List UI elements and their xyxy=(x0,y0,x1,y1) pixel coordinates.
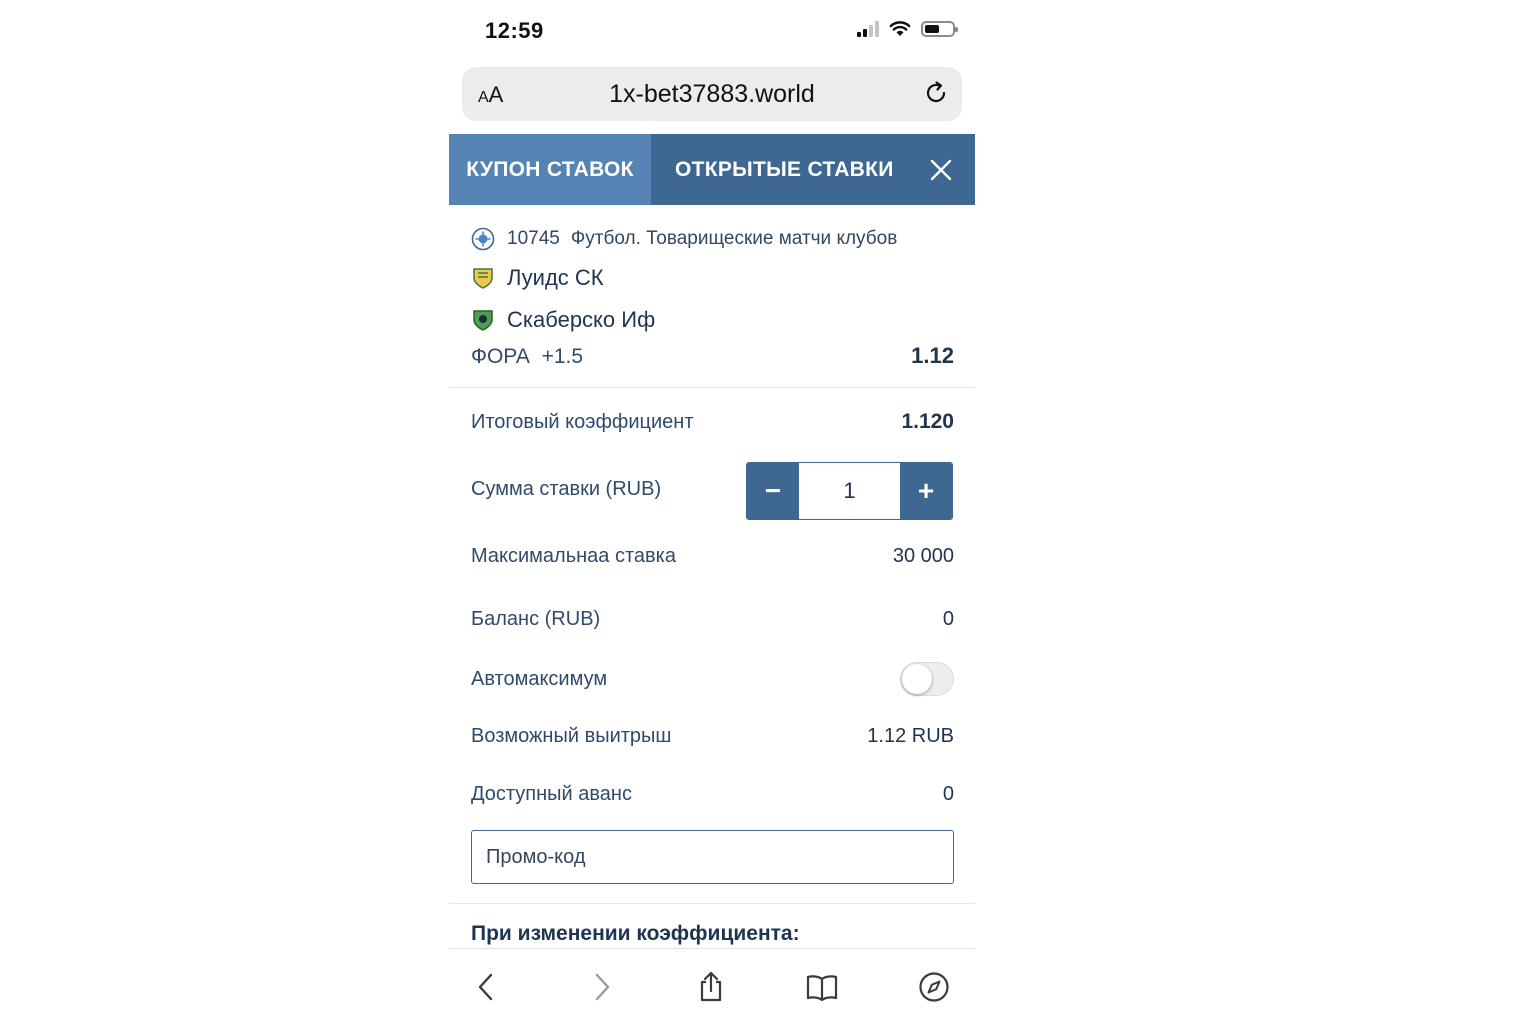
odds-change-heading: При изменении коэффициента: xyxy=(471,922,800,945)
chevron-left-icon[interactable] xyxy=(471,971,503,1003)
status-bar: 12:59 xyxy=(449,0,975,62)
team-away-name: Скаберско Иф xyxy=(507,307,656,332)
compass-icon[interactable] xyxy=(918,971,950,1003)
football-league-icon xyxy=(471,227,495,251)
league-name: Футбол. Товарищеские матчи клубов xyxy=(570,228,898,249)
automax-toggle[interactable] xyxy=(900,662,954,696)
address-bar[interactable]: AA 1x-bet37883.world xyxy=(462,67,962,121)
promo-code-input[interactable] xyxy=(471,830,954,884)
team-home-logo-icon xyxy=(473,268,493,289)
possible-win-value: 1.12 RUB xyxy=(867,725,954,747)
reload-icon[interactable] xyxy=(922,79,950,107)
team-home-name: Луидс СК xyxy=(507,265,604,290)
status-time: 12:59 xyxy=(485,18,544,43)
bookmarks-icon[interactable] xyxy=(806,971,838,1003)
bet-odds: 1.12 xyxy=(911,343,954,368)
max-stake-label: Максимальнаа ставка xyxy=(471,545,676,567)
bet-event: 10745 Футбол. Товарищеские матчи клубов … xyxy=(449,205,975,388)
toggle-knob xyxy=(902,664,932,694)
total-odds-label: Итоговый коэффициент xyxy=(471,410,694,433)
max-stake-row: Максимальнаа ставка 30 000 xyxy=(471,545,954,568)
browser-toolbar xyxy=(449,948,975,1024)
phone-screen: 12:59 AA 1x-bet37883.world КУПОН СТАВОК … xyxy=(449,0,975,1024)
total-odds-row: Итоговый коэффициент 1.120 xyxy=(471,410,954,434)
wifi-icon xyxy=(889,21,911,36)
team-away-logo-icon xyxy=(473,310,493,331)
advance-value: 0 xyxy=(942,783,954,805)
url-text[interactable]: 1x-bet37883.world xyxy=(462,80,962,109)
coupon-header: КУПОН СТАВОК ОТКРЫТЫЕ СТАВКИ xyxy=(449,134,975,205)
cellular-signal-icon xyxy=(857,20,879,37)
stake-label: Сумма ставки (RUB) xyxy=(471,478,662,500)
tab-bet-coupon[interactable]: КУПОН СТАВОК xyxy=(449,134,651,205)
section-divider xyxy=(449,903,975,904)
battery-icon xyxy=(921,20,958,37)
stake-increase-button[interactable]: + xyxy=(900,463,952,519)
possible-win-row: Возможный выитрыш 1.12 RUB xyxy=(471,725,954,748)
automax-label: Автомаксимум xyxy=(471,667,608,690)
team-away: Скаберско Иф xyxy=(471,307,655,333)
share-icon[interactable] xyxy=(695,971,727,1003)
stake-input[interactable]: 1 xyxy=(799,463,900,519)
status-icons xyxy=(857,20,958,37)
close-icon[interactable] xyxy=(927,156,955,184)
event-league: 10745 Футбол. Товарищеские матчи клубов xyxy=(471,227,897,251)
team-home: Луидс СК xyxy=(471,265,604,291)
advance-label: Доступный аванс xyxy=(471,783,632,805)
balance-label: Баланс (RUB) xyxy=(471,608,601,630)
stake-row: Сумма ставки (RUB) xyxy=(471,478,731,501)
total-odds-value: 1.120 xyxy=(901,410,954,433)
advance-row: Доступный аванс 0 xyxy=(471,783,954,806)
chevron-right-icon[interactable] xyxy=(585,971,617,1003)
possible-win-label: Возможный выитрыш xyxy=(471,725,672,747)
league-id: 10745 xyxy=(507,228,560,249)
automax-row: Автомаксимум xyxy=(471,662,954,696)
bet-market: ФОРА +1.5 xyxy=(471,345,584,368)
balance-row: Баланс (RUB) 0 xyxy=(471,608,954,631)
balance-value: 0 xyxy=(942,608,954,630)
stake-stepper: − 1 + xyxy=(746,462,953,520)
stake-decrease-button[interactable]: − xyxy=(747,463,799,519)
max-stake-value: 30 000 xyxy=(892,545,954,567)
